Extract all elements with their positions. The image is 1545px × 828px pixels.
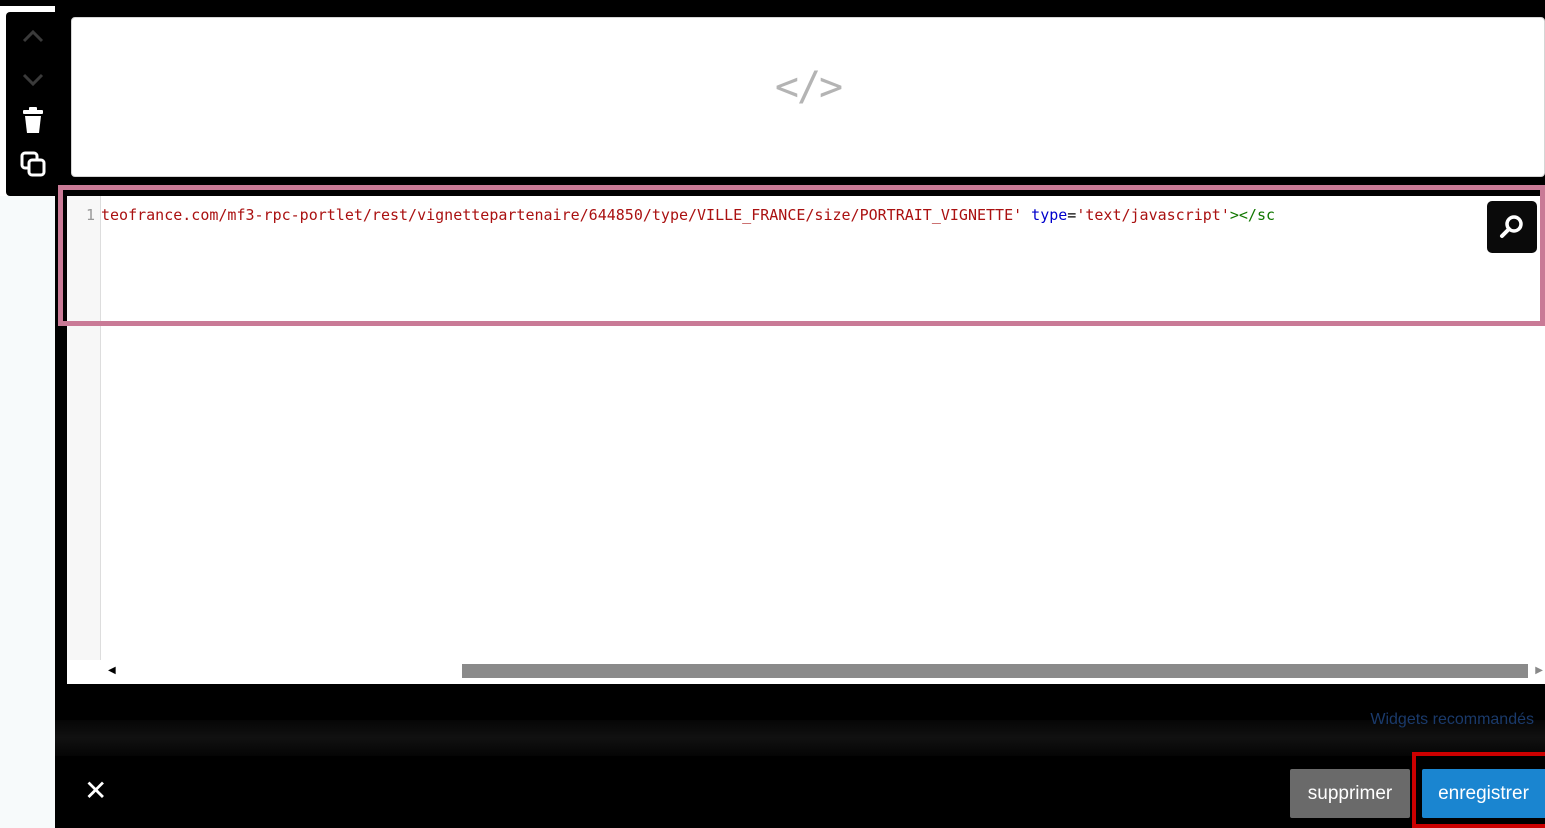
code-line[interactable]: teofrance.com/mf3-rpc-portlet/rest/vigne…: [101, 206, 1545, 224]
duplicate-block-button[interactable]: [6, 144, 60, 184]
chevron-up-icon: [22, 29, 44, 43]
move-down-button[interactable]: [6, 60, 60, 100]
code-closing-tag: ></sc: [1229, 206, 1276, 224]
horizontal-scrollbar[interactable]: ◀ ▶: [100, 660, 1545, 682]
scroll-right-icon[interactable]: ▶: [1535, 665, 1543, 676]
code-attr-value: 'text/javascript': [1076, 206, 1230, 224]
move-up-button[interactable]: [6, 16, 60, 56]
delete-block-button[interactable]: [6, 100, 60, 140]
save-button[interactable]: enregistrer: [1422, 769, 1545, 818]
code-editor[interactable]: 1 teofrance.com/mf3-rpc-portlet/rest/vig…: [67, 196, 1545, 684]
close-icon[interactable]: ✕: [84, 776, 107, 806]
code-attr-name: type: [1031, 206, 1068, 224]
code-icon: </>: [774, 64, 843, 110]
code-url: teofrance.com/mf3-rpc-portlet/rest/vigne…: [101, 206, 1023, 224]
search-icon: [1500, 215, 1523, 238]
search-button[interactable]: [1487, 201, 1537, 253]
delete-button[interactable]: supprimer: [1290, 769, 1410, 818]
block-toolbar: [6, 12, 60, 196]
footer-divider: [55, 720, 1545, 756]
embed-preview: </>: [71, 17, 1545, 177]
left-margin: [0, 196, 55, 828]
modal-top-border: [0, 0, 1545, 6]
line-number: 1: [85, 206, 95, 224]
trash-icon: [23, 107, 43, 133]
recommended-widgets-link[interactable]: Widgets recommandés: [1370, 711, 1534, 729]
line-gutter: 1: [67, 196, 101, 660]
chevron-down-icon: [22, 73, 44, 87]
scroll-left-icon[interactable]: ◀: [108, 665, 116, 676]
code-equals: =: [1067, 206, 1077, 224]
copy-icon: [20, 151, 46, 177]
scrollbar-thumb[interactable]: [462, 664, 1528, 678]
